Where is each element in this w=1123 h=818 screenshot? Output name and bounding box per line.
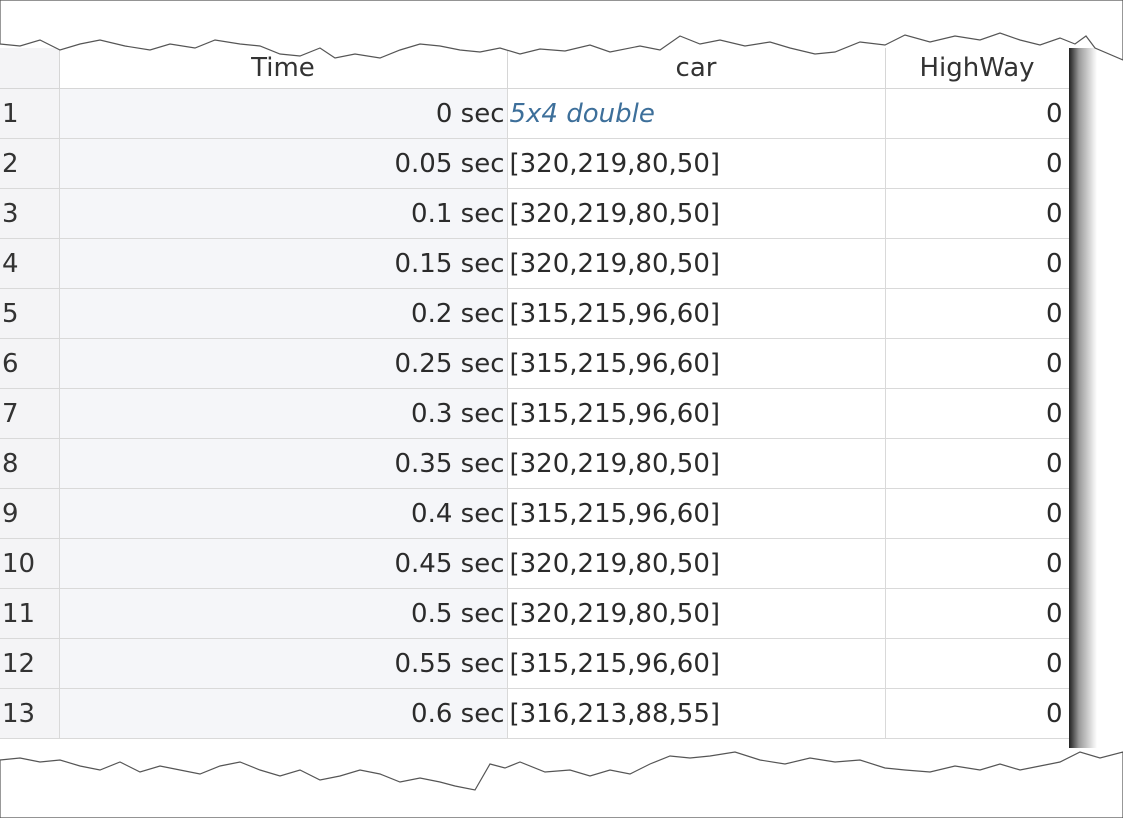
torn-edge-overlay: [0, 0, 1123, 818]
torn-paper-frame: Time car HighWay 10 sec 5x4 double 0 2 0.05 …: [0, 0, 1123, 818]
